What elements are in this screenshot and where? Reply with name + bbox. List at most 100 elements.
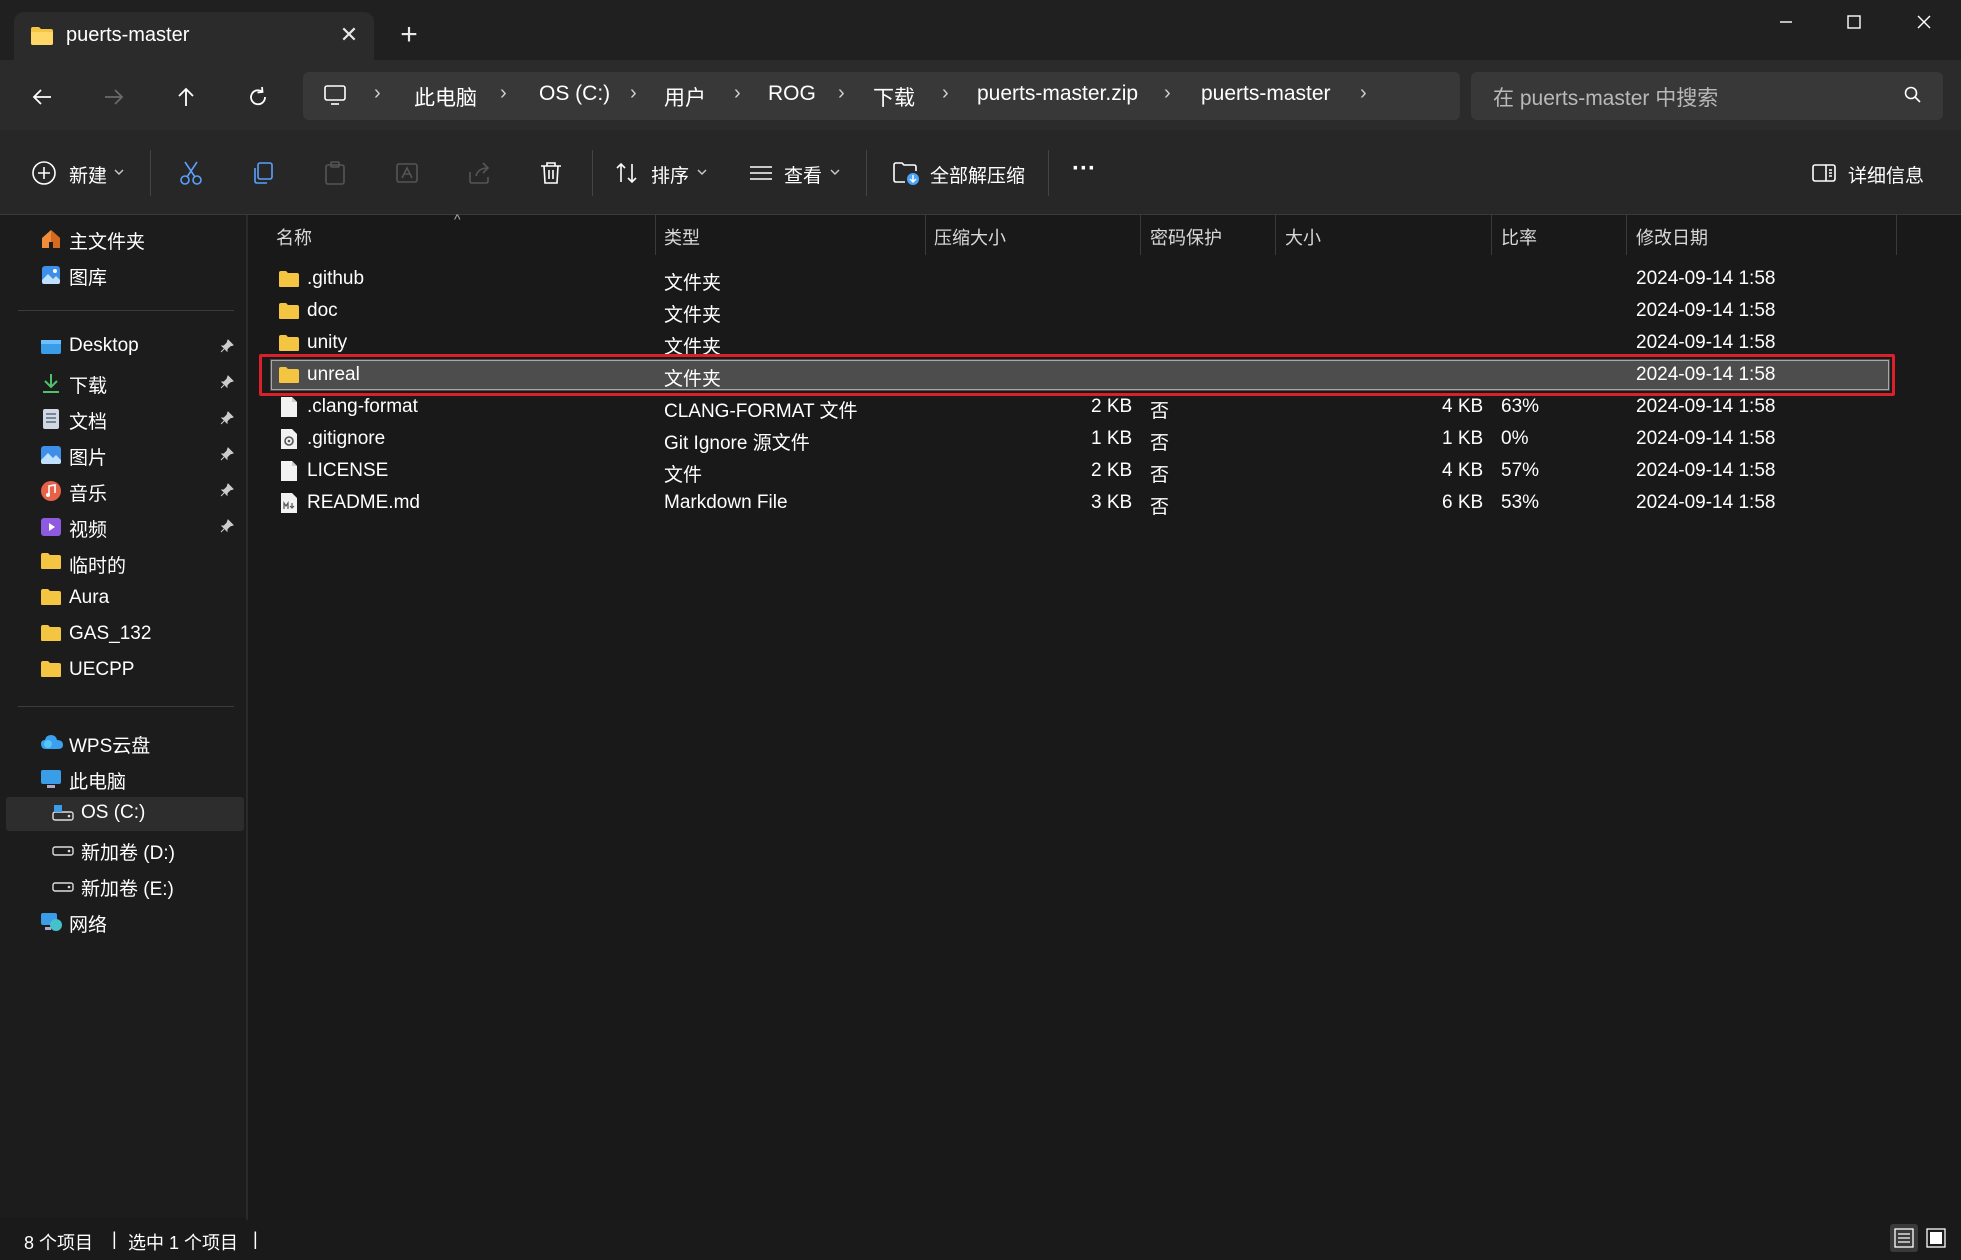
paste-icon[interactable]	[320, 158, 350, 188]
sidebar-item-drive-d[interactable]: 新加卷 (D:)	[6, 833, 244, 867]
sidebar-item-this-pc[interactable]: 此电脑	[6, 762, 244, 796]
extract-folder-icon[interactable]	[891, 158, 921, 188]
delete-icon[interactable]	[536, 158, 566, 188]
close-window-button[interactable]	[1890, 0, 1958, 44]
column-divider[interactable]	[925, 215, 926, 255]
sidebar-item-uecpp[interactable]: UECPP	[6, 654, 244, 688]
large-icons-view-button[interactable]	[1922, 1224, 1950, 1252]
column-header-type[interactable]: 类型	[664, 224, 700, 250]
forward-button[interactable]	[94, 77, 134, 117]
file-row-doc[interactable]: doc 文件夹 2024-09-14 1:58	[270, 295, 1890, 327]
breadcrumb-drive-c[interactable]: OS (C:)	[539, 82, 610, 106]
pin-icon[interactable]	[220, 375, 234, 394]
extract-all-button[interactable]: 全部解压缩	[930, 161, 1025, 188]
details-view-button[interactable]	[1890, 1224, 1918, 1252]
download-icon	[40, 372, 62, 394]
chevron-down-icon[interactable]	[113, 164, 125, 182]
search-icon[interactable]	[1904, 86, 1922, 109]
copy-icon[interactable]	[248, 158, 278, 188]
sidebar-item-temp[interactable]: 临时的	[6, 546, 244, 580]
sidebar-item-gas132[interactable]: GAS_132	[6, 618, 244, 652]
more-options-button[interactable]: ···	[1072, 155, 1096, 183]
breadcrumb-downloads[interactable]: 下载	[873, 82, 915, 112]
maximize-button[interactable]	[1820, 0, 1888, 44]
sidebar-item-music[interactable]: 音乐	[6, 474, 244, 508]
desktop-icon	[40, 336, 62, 358]
toolbar-divider	[150, 150, 151, 196]
tab-puerts-master[interactable]: puerts-master ✕	[14, 12, 374, 60]
sidebar-item-downloads[interactable]: 下载	[6, 366, 244, 400]
column-divider[interactable]	[655, 215, 656, 255]
file-row-readme[interactable]: README.md Markdown File 3 KB 否 6 KB 53% …	[270, 487, 1890, 519]
breadcrumb-users[interactable]: 用户	[664, 82, 706, 112]
column-divider[interactable]	[1896, 215, 1897, 255]
file-row-license[interactable]: LICENSE 文件 2 KB 否 4 KB 57% 2024-09-14 1:…	[270, 455, 1890, 487]
new-plus-icon[interactable]	[29, 158, 59, 188]
column-header-size[interactable]: 大小	[1285, 224, 1321, 250]
file-row-clang-format[interactable]: .clang-format CLANG-FORMAT 文件 2 KB 否 4 K…	[270, 391, 1890, 423]
sidebar-item-desktop[interactable]: Desktop	[6, 330, 244, 364]
rename-icon[interactable]	[392, 158, 422, 188]
details-button[interactable]: 详细信息	[1848, 161, 1924, 188]
sidebar-item-documents[interactable]: 文档	[6, 402, 244, 436]
file-row-github[interactable]: .github 文件夹 2024-09-14 1:58	[270, 263, 1890, 295]
column-divider[interactable]	[1275, 215, 1276, 255]
column-header-date[interactable]: 修改日期	[1636, 224, 1708, 250]
column-header-name[interactable]: 名称	[276, 224, 312, 250]
sidebar-item-aura[interactable]: Aura	[6, 582, 244, 616]
chevron-down-icon[interactable]	[829, 164, 841, 182]
details-pane-icon[interactable]	[1809, 158, 1839, 188]
sort-button[interactable]: 排序	[651, 161, 689, 188]
tab-title: puerts-master	[66, 24, 190, 46]
pin-icon[interactable]	[220, 519, 234, 538]
sidebar-item-videos[interactable]: 视频	[6, 510, 244, 544]
refresh-button[interactable]	[238, 77, 278, 117]
pin-icon[interactable]	[220, 411, 234, 430]
sidebar-item-label: 视频	[69, 520, 108, 541]
folder-icon	[30, 26, 54, 51]
column-header-ratio[interactable]: 比率	[1501, 224, 1537, 250]
sort-icon[interactable]	[612, 158, 642, 188]
pane-divider[interactable]	[246, 215, 248, 1220]
search-input[interactable]: 在 puerts-master 中搜索	[1493, 82, 1718, 112]
file-date: 2024-09-14 1:58	[1636, 332, 1776, 353]
new-button[interactable]: 新建	[69, 161, 107, 188]
breadcrumb-chevron-icon[interactable]: ›	[1360, 82, 1367, 105]
cut-icon[interactable]	[176, 158, 206, 188]
sidebar-item-gallery[interactable]: 图库	[6, 258, 244, 292]
pin-icon[interactable]	[220, 339, 234, 358]
file-compressed-size: 3 KB	[1091, 492, 1133, 513]
minimize-button[interactable]	[1752, 0, 1820, 44]
chevron-down-icon[interactable]	[696, 164, 708, 182]
view-button[interactable]: 查看	[784, 161, 822, 188]
sidebar-item-drive-c[interactable]: OS (C:)	[6, 797, 244, 831]
breadcrumb-puerts-master[interactable]: puerts-master	[1201, 82, 1331, 106]
sidebar-item-drive-e[interactable]: 新加卷 (E:)	[6, 869, 244, 903]
sidebar-item-label: 此电脑	[69, 772, 127, 793]
column-header-compressed-size[interactable]: 压缩大小	[934, 224, 1006, 250]
breadcrumb-zip[interactable]: puerts-master.zip	[977, 82, 1138, 106]
column-header-password[interactable]: 密码保护	[1150, 224, 1222, 250]
pin-icon[interactable]	[220, 483, 234, 502]
file-row-gitignore[interactable]: .gitignore Git Ignore 源文件 1 KB 否 1 KB 0%…	[270, 423, 1890, 455]
sidebar-item-label: 图片	[69, 448, 108, 469]
sidebar-item-network[interactable]: 网络	[6, 905, 244, 939]
column-divider[interactable]	[1491, 215, 1492, 255]
column-divider[interactable]	[1140, 215, 1141, 255]
close-tab-icon[interactable]: ✕	[332, 18, 366, 52]
sidebar-item-wps-cloud[interactable]: WPS云盘	[6, 726, 244, 760]
up-button[interactable]	[166, 77, 206, 117]
view-icon[interactable]	[746, 158, 776, 188]
share-icon[interactable]	[464, 158, 494, 188]
new-tab-button[interactable]: +	[392, 18, 426, 52]
sidebar-item-home[interactable]: 主文件夹	[6, 222, 244, 256]
file-icon	[280, 460, 298, 488]
breadcrumb-this-pc[interactable]: 此电脑	[414, 82, 477, 112]
sidebar-item-pictures[interactable]: 图片	[6, 438, 244, 472]
back-button[interactable]	[22, 77, 62, 117]
drive-icon	[52, 839, 74, 861]
pin-icon[interactable]	[220, 447, 234, 466]
breadcrumb-rog[interactable]: ROG	[768, 82, 816, 106]
gear-file-icon	[280, 428, 298, 456]
column-divider[interactable]	[1626, 215, 1627, 255]
